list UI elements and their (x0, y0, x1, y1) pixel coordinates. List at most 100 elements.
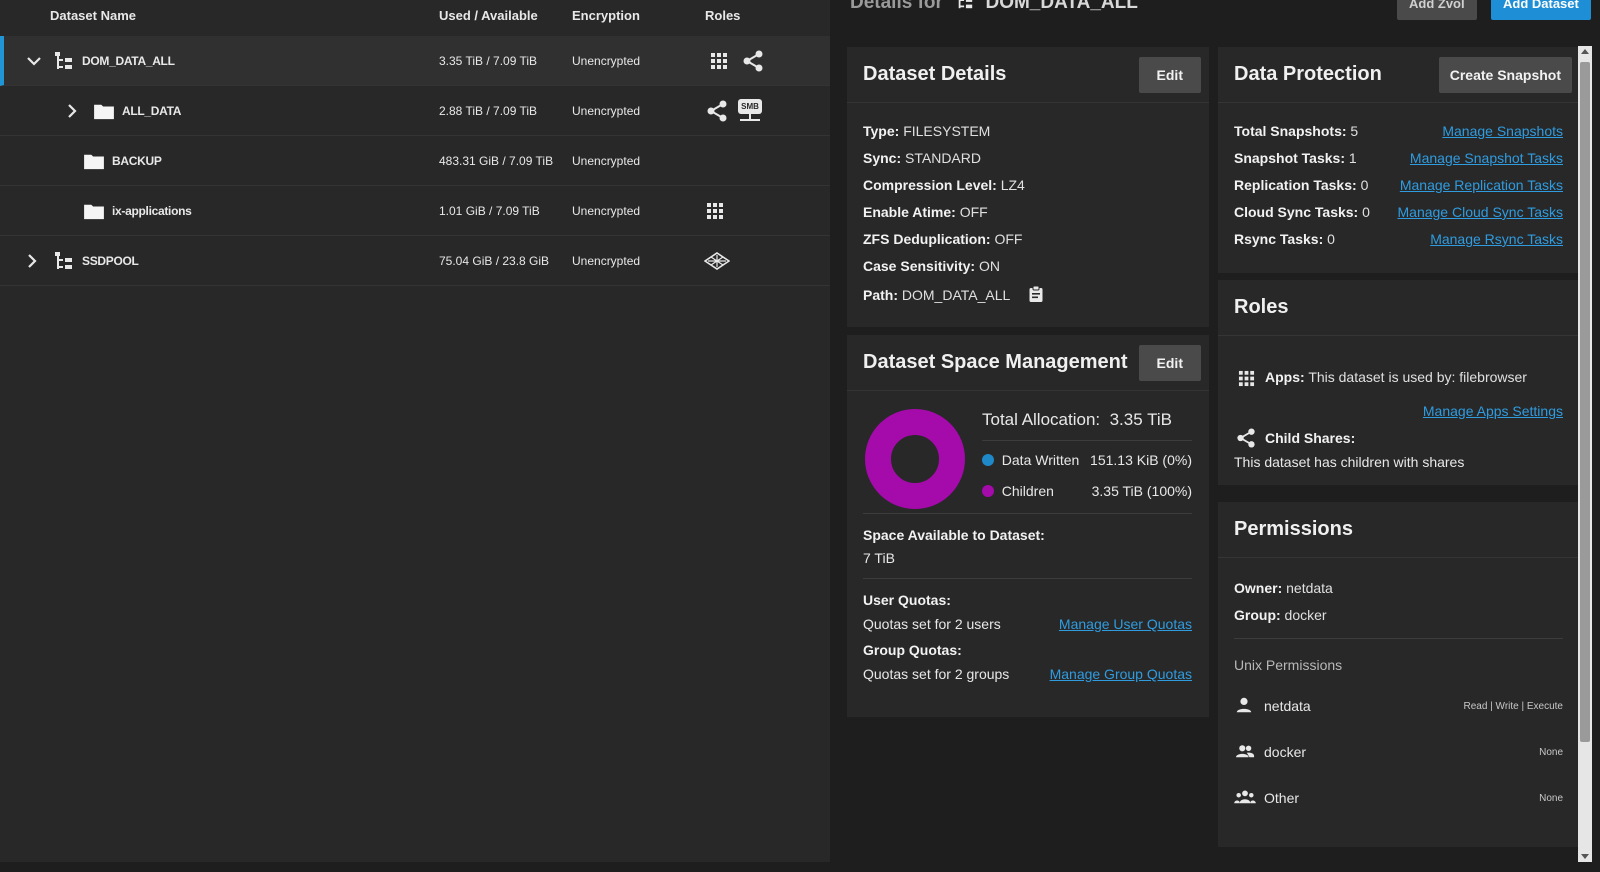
user-icon (1235, 696, 1253, 714)
card-title: Dataset Space Management (863, 351, 1128, 373)
dataset-name: DOM_DATA_ALL (82, 53, 175, 68)
perm-entry-name: docker (1264, 744, 1307, 760)
others-icon (1234, 788, 1256, 806)
card-title: Dataset Details (863, 63, 1007, 85)
space-management-card: Dataset Space Management Edit Total Allo… (847, 335, 1209, 717)
dataset-tree-icon (54, 51, 74, 71)
dataset-encryption: Unencrypted (572, 253, 641, 268)
dataset-tree-panel: Dataset Name Used / Available Encryption… (0, 0, 830, 862)
permissions-owner: Owner: netdata (1234, 580, 1333, 596)
scroll-up-arrow[interactable] (1581, 49, 1589, 54)
vertical-scrollbar[interactable] (1578, 46, 1592, 862)
card-header: Dataset Space Management Edit (847, 335, 1209, 391)
perm-entry-value: None (1539, 793, 1563, 804)
manage-group-quotas-link[interactable]: Manage Group Quotas (1050, 666, 1192, 682)
group-icon (1235, 742, 1255, 760)
tree-row-all-data[interactable]: ALL_DATA 2.88 TiB / 7.09 TiB Unencrypted… (0, 86, 830, 136)
add-dataset-button[interactable]: Add Dataset (1491, 0, 1591, 20)
column-header-used[interactable]: Used / Available (439, 8, 538, 23)
card-header: Roles (1218, 280, 1580, 336)
protection-rsync-tasks: Rsync Tasks: 0 (1234, 231, 1335, 247)
tree-row-ssdpool[interactable]: SSDPOOL 75.04 GiB / 23.8 GiB Unencrypted (0, 236, 830, 286)
manage-cloud-sync-tasks-link[interactable]: Manage Cloud Sync Tasks (1398, 204, 1564, 220)
dataset-encryption: Unencrypted (572, 153, 641, 168)
dataset-tree-icon (54, 251, 74, 271)
protection-total-snapshots: Total Snapshots: 5 (1234, 123, 1359, 139)
column-header-name[interactable]: Dataset Name (50, 8, 136, 23)
detail-compression: Compression Level: LZ4 (863, 177, 1025, 193)
perm-entry-value: Read | Write | Execute (1463, 701, 1564, 712)
manage-user-quotas-link[interactable]: Manage User Quotas (1059, 616, 1192, 632)
detail-path: Path: DOM_DATA_ALL (863, 285, 1044, 303)
card-title: Permissions (1234, 518, 1353, 540)
details-title: Details for DOM_DATA_ALL (850, 0, 1138, 14)
chevron-right-icon[interactable] (64, 103, 80, 119)
folder-icon (83, 152, 105, 170)
folder-icon (83, 202, 105, 220)
dataset-used: 483.31 GiB / 7.09 TiB (439, 153, 554, 168)
dataset-used: 75.04 GiB / 23.8 GiB (439, 253, 550, 268)
unix-permissions-label: Unix Permissions (1234, 657, 1343, 673)
legend-dot (982, 454, 994, 466)
manage-snapshots-link[interactable]: Manage Snapshots (1442, 123, 1563, 139)
roles-child-shares-label: Child Shares: (1265, 430, 1356, 446)
create-snapshot-button[interactable]: Create Snapshot (1438, 56, 1572, 93)
detail-sync: Sync: STANDARD (863, 150, 981, 166)
protection-cloud-sync-tasks: Cloud Sync Tasks: 0 (1234, 204, 1370, 220)
user-quotas-value: Quotas set for 2 users (863, 616, 1001, 632)
dataset-used: 3.35 TiB / 7.09 TiB (439, 53, 538, 68)
copy-clipboard-icon[interactable] (1028, 285, 1044, 303)
roles-apps: Apps: This dataset is used by: filebrows… (1265, 369, 1527, 385)
legend-children: Children (982, 483, 1054, 499)
dataset-used: 2.88 TiB / 7.09 TiB (439, 103, 538, 118)
share-icon (742, 50, 764, 72)
manage-apps-settings-link[interactable]: Manage Apps Settings (1423, 403, 1563, 419)
scrollbar-thumb[interactable] (1580, 62, 1590, 742)
dataset-name: ALL_DATA (122, 103, 182, 118)
chevron-down-icon[interactable] (26, 53, 42, 69)
detail-atime: Enable Atime: OFF (863, 204, 988, 220)
space-available-value: 7 TiB (863, 550, 895, 566)
card-header: Permissions (1218, 502, 1580, 558)
detail-dedup: ZFS Deduplication: OFF (863, 231, 1023, 247)
add-zvol-button[interactable]: Add Zvol (1397, 0, 1477, 20)
detail-case-sensitivity: Case Sensitivity: ON (863, 258, 1000, 274)
space-available-label: Space Available to Dataset: (863, 527, 1045, 543)
protection-replication-tasks: Replication Tasks: 0 (1234, 177, 1369, 193)
tree-row-dom-data-all[interactable]: DOM_DATA_ALL 3.35 TiB / 7.09 TiB Unencry… (0, 36, 830, 86)
folder-icon (93, 102, 115, 120)
perm-entry-value: None (1539, 747, 1563, 758)
share-icon (706, 100, 728, 122)
legend-data-written: Data Written (982, 452, 1079, 468)
roles-card: Roles Apps: This dataset is used by: fil… (1218, 280, 1580, 485)
smb-badge: SMB (738, 98, 762, 114)
dataset-tree-icon (956, 0, 974, 10)
details-prefix: Details for (850, 0, 943, 13)
dataset-encryption: Unencrypted (572, 53, 641, 68)
chevron-right-icon[interactable] (24, 253, 40, 269)
dataset-name: ix-applications (112, 203, 192, 218)
apps-grid-icon (706, 202, 724, 220)
perm-entry-name: Other (1264, 790, 1300, 806)
edit-space-button[interactable]: Edit (1138, 344, 1201, 381)
manage-replication-tasks-link[interactable]: Manage Replication Tasks (1400, 177, 1563, 193)
dataset-encryption: Unencrypted (572, 103, 641, 118)
edit-details-button[interactable]: Edit (1138, 56, 1201, 93)
legend-children-value: 3.35 TiB (100%) (1091, 483, 1192, 499)
manage-snapshot-tasks-link[interactable]: Manage Snapshot Tasks (1410, 150, 1563, 166)
donut-children-segment (865, 409, 965, 509)
card-title: Roles (1234, 296, 1289, 318)
manage-rsync-tasks-link[interactable]: Manage Rsync Tasks (1430, 231, 1563, 247)
smb-share-icon: SMB (738, 98, 762, 123)
group-quotas-label: Group Quotas: (863, 642, 962, 658)
ha-icon (704, 252, 730, 270)
scroll-down-arrow[interactable] (1581, 854, 1589, 859)
total-allocation: Total Allocation: 3.35 TiB (982, 410, 1172, 429)
tree-row-backup[interactable]: BACKUP 483.31 GiB / 7.09 TiB Unencrypted (0, 136, 830, 186)
share-icon (1236, 428, 1256, 448)
dataset-encryption: Unencrypted (572, 203, 641, 218)
dataset-details-card: Dataset Details Edit Type: FILESYSTEM Sy… (847, 47, 1209, 327)
tree-row-ix-applications[interactable]: ix-applications 1.01 GiB / 7.09 TiB Unen… (0, 186, 830, 236)
column-header-encryption[interactable]: Encryption (572, 8, 640, 23)
allocation-donut-chart (865, 409, 965, 509)
